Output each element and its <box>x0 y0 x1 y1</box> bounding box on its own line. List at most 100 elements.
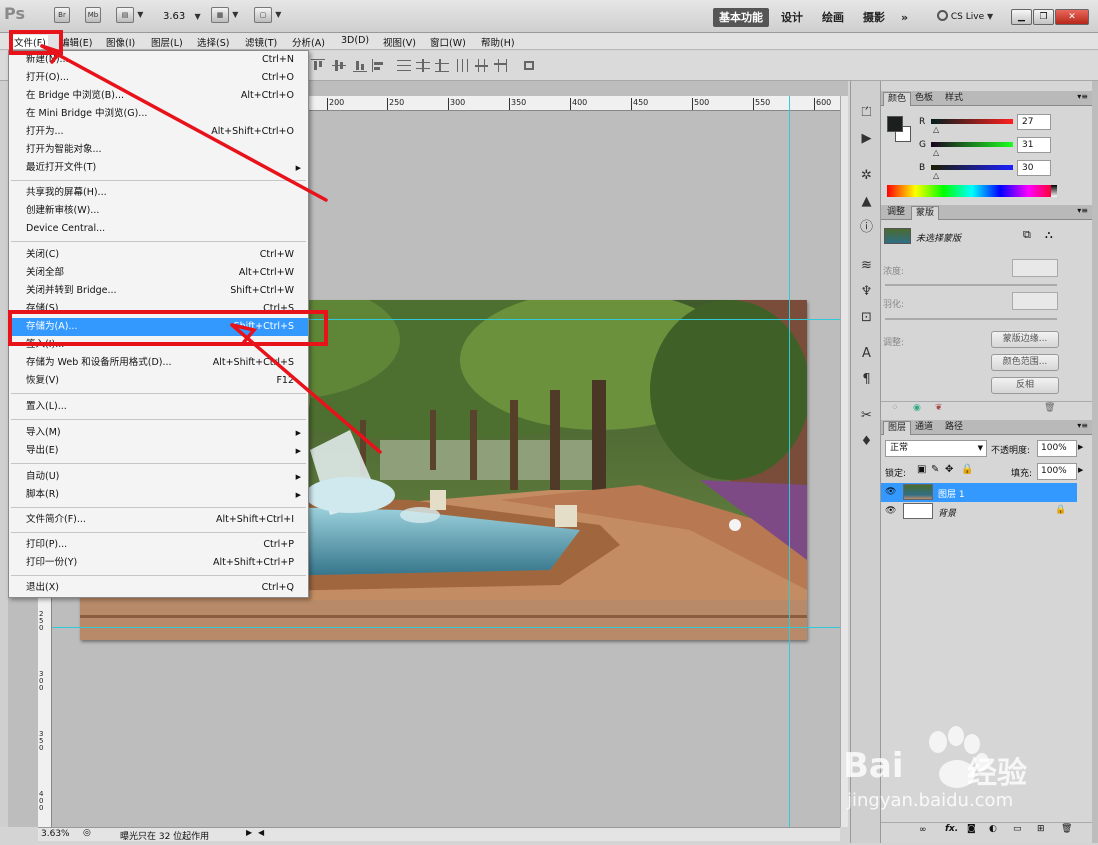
history-icon[interactable]: ⏍ <box>858 105 875 120</box>
info-icon[interactable]: ⓘ <box>858 220 875 235</box>
workspace-photography[interactable]: 摄影 <box>857 8 891 27</box>
menu-select[interactable]: 选择(S) <box>197 35 229 49</box>
tab-color[interactable]: 颜色 <box>883 92 912 106</box>
menu-3d[interactable]: 3D(D) <box>341 35 369 46</box>
color-range-button[interactable]: 颜色范围... <box>991 354 1059 371</box>
actions-icon[interactable]: ▶ <box>858 131 875 146</box>
density-slider-track[interactable] <box>885 284 1057 286</box>
distribute-top-icon[interactable] <box>397 59 411 72</box>
layer-name[interactable]: 图层 1 <box>938 487 965 500</box>
distribute-vcenter-icon[interactable] <box>416 59 430 72</box>
red-slider[interactable]: R △ 27 <box>915 114 1098 136</box>
mini-bridge-button[interactable]: Mb <box>85 7 101 23</box>
fill-input[interactable]: 100% <box>1037 463 1077 480</box>
lock-all-icon[interactable]: 🔒 <box>961 464 973 475</box>
layer-style-icon[interactable]: fx. <box>945 824 958 834</box>
new-group-icon[interactable]: ▭ <box>1013 824 1022 834</box>
menu-item-share-screen[interactable]: 共享我的屏幕(H)... <box>9 184 308 202</box>
mask-edge-button[interactable]: 蒙版边缘... <box>991 331 1059 348</box>
menu-item-close[interactable]: 关闭(C) Ctrl+W <box>9 246 308 264</box>
menu-item-export[interactable]: 导出(E) ▶ <box>9 442 308 460</box>
distribute-hcenter-icon[interactable] <box>475 59 489 72</box>
link-layers-icon[interactable]: ∞ <box>919 825 927 835</box>
layer-name[interactable]: 背景 <box>938 506 956 519</box>
menu-item-save-for-web[interactable]: 存储为 Web 和设备所用格式(D)... Alt+Shift+Ctrl+S <box>9 354 308 372</box>
tab-paths[interactable]: 路径 <box>941 421 967 435</box>
align-left-icon[interactable] <box>372 59 386 72</box>
slider-thumb-icon[interactable]: △ <box>933 148 939 157</box>
menu-view[interactable]: 视图(V) <box>383 35 416 49</box>
tab-layers[interactable]: 图层 <box>883 421 912 435</box>
opacity-slider-arrow-icon[interactable]: ▶ <box>1078 443 1083 451</box>
panel-scrollbar[interactable] <box>1092 81 1098 843</box>
slider-thumb-icon[interactable]: △ <box>933 125 939 134</box>
menu-item-revert[interactable]: 恢复(V) F12 <box>9 372 308 390</box>
menu-window[interactable]: 窗口(W) <box>430 35 466 49</box>
bw-ramp[interactable] <box>1051 185 1057 197</box>
clone-source-icon[interactable]: ♆ <box>858 284 875 299</box>
menu-item-file-info[interactable]: 文件简介(F)... Alt+Shift+Ctrl+I <box>9 511 308 529</box>
histogram-icon[interactable]: ▲ <box>858 194 875 209</box>
menu-item-print-one-copy[interactable]: 打印一份(Y) Alt+Shift+Ctrl+P <box>9 554 308 572</box>
green-gradient-bar[interactable] <box>931 142 1013 147</box>
adjustment-layer-icon[interactable]: ◐ <box>989 824 997 834</box>
view-mask-icon[interactable]: ◉ <box>913 403 921 413</box>
green-slider[interactable]: G △ 31 <box>915 137 1098 159</box>
panel-menu-icon[interactable]: ▾≡ <box>1077 206 1088 215</box>
lock-image-icon[interactable]: ✎ <box>931 464 939 475</box>
menu-analysis[interactable]: 分析(A) <box>292 35 325 49</box>
visibility-eye-icon[interactable]: 👁 <box>885 506 896 516</box>
red-gradient-bar[interactable] <box>931 119 1013 124</box>
invert-button[interactable]: 反相 <box>991 377 1059 394</box>
menu-item-print[interactable]: 打印(P)... Ctrl+P <box>9 536 308 554</box>
3d-tools-icon[interactable]: ✂ <box>858 408 875 423</box>
feather-slider-track[interactable] <box>885 318 1057 320</box>
minimize-button[interactable]: ▁ <box>1011 9 1032 25</box>
workspace-design[interactable]: 设计 <box>775 8 809 27</box>
view-extras-dropdown[interactable]: ▤ ▼ <box>116 7 143 23</box>
3d-lights-icon[interactable]: ♦ <box>858 434 875 449</box>
status-menu-arrow-icon[interactable]: ▶ <box>246 828 252 837</box>
menu-item-scripts[interactable]: 脚本(R) ▶ <box>9 486 308 504</box>
blue-gradient-bar[interactable] <box>931 165 1013 170</box>
delete-mask-icon[interactable]: 🗑 <box>1044 403 1055 413</box>
menu-item-automate[interactable]: 自动(U) ▶ <box>9 468 308 486</box>
menu-item-exit[interactable]: 退出(X) Ctrl+Q <box>9 579 308 597</box>
add-mask-icon[interactable]: ◙ <box>967 824 976 834</box>
disable-mask-icon[interactable]: ❦ <box>935 403 943 413</box>
slider-thumb-icon[interactable]: △ <box>933 171 939 180</box>
cs-live-button[interactable]: CS Live ▼ <box>937 10 993 22</box>
panel-menu-icon[interactable]: ▾≡ <box>1077 421 1088 430</box>
workspace-essentials[interactable]: 基本功能 <box>713 8 769 27</box>
character-icon[interactable]: A <box>858 346 875 361</box>
menu-item-open-recent[interactable]: 最近打开文件(T) ▶ <box>9 159 308 177</box>
menu-item-open-as-smart-object[interactable]: 打开为智能对象... <box>9 141 308 159</box>
tab-swatches[interactable]: 色板 <box>911 92 937 106</box>
guide-line-horizontal[interactable] <box>52 627 840 628</box>
tab-adjustments[interactable]: 调整 <box>883 206 909 220</box>
align-bottom-icon[interactable] <box>353 59 367 72</box>
tab-channels[interactable]: 通道 <box>911 421 937 435</box>
menu-image[interactable]: 图像(I) <box>106 35 135 49</box>
menu-item-open-as[interactable]: 打开为... Alt+Shift+Ctrl+O <box>9 123 308 141</box>
lock-position-icon[interactable]: ✥ <box>945 464 953 475</box>
delete-layer-icon[interactable]: 🗑 <box>1061 824 1072 834</box>
menu-filter[interactable]: 滤镜(T) <box>245 35 277 49</box>
scroll-left-icon[interactable]: ◀ <box>258 828 264 837</box>
menu-item-browse-bridge[interactable]: 在 Bridge 中浏览(B)... Alt+Ctrl+O <box>9 87 308 105</box>
density-input[interactable] <box>1012 259 1058 277</box>
blue-value-input[interactable]: 30 <box>1017 160 1051 176</box>
brush-presets-icon[interactable]: ≋ <box>858 258 875 273</box>
distribute-bottom-icon[interactable] <box>435 59 449 72</box>
zoom-level-dropdown[interactable]: 3.63 ▼ <box>163 11 201 22</box>
lock-transparent-icon[interactable]: ▣ <box>917 464 926 475</box>
menu-item-open[interactable]: 打开(O)... Ctrl+O <box>9 69 308 87</box>
align-top-icon[interactable] <box>311 59 325 72</box>
status-zoom[interactable]: 3.63% <box>41 829 70 839</box>
status-info-icon[interactable]: ◎ <box>83 828 91 838</box>
more-workspaces-button[interactable]: » <box>895 8 914 27</box>
menu-item-browse-mini-bridge[interactable]: 在 Mini Bridge 中浏览(G)... <box>9 105 308 123</box>
foreground-color-swatch-top[interactable] <box>887 116 903 132</box>
fill-slider-arrow-icon[interactable]: ▶ <box>1078 466 1083 474</box>
distribute-right-icon[interactable] <box>494 59 508 72</box>
